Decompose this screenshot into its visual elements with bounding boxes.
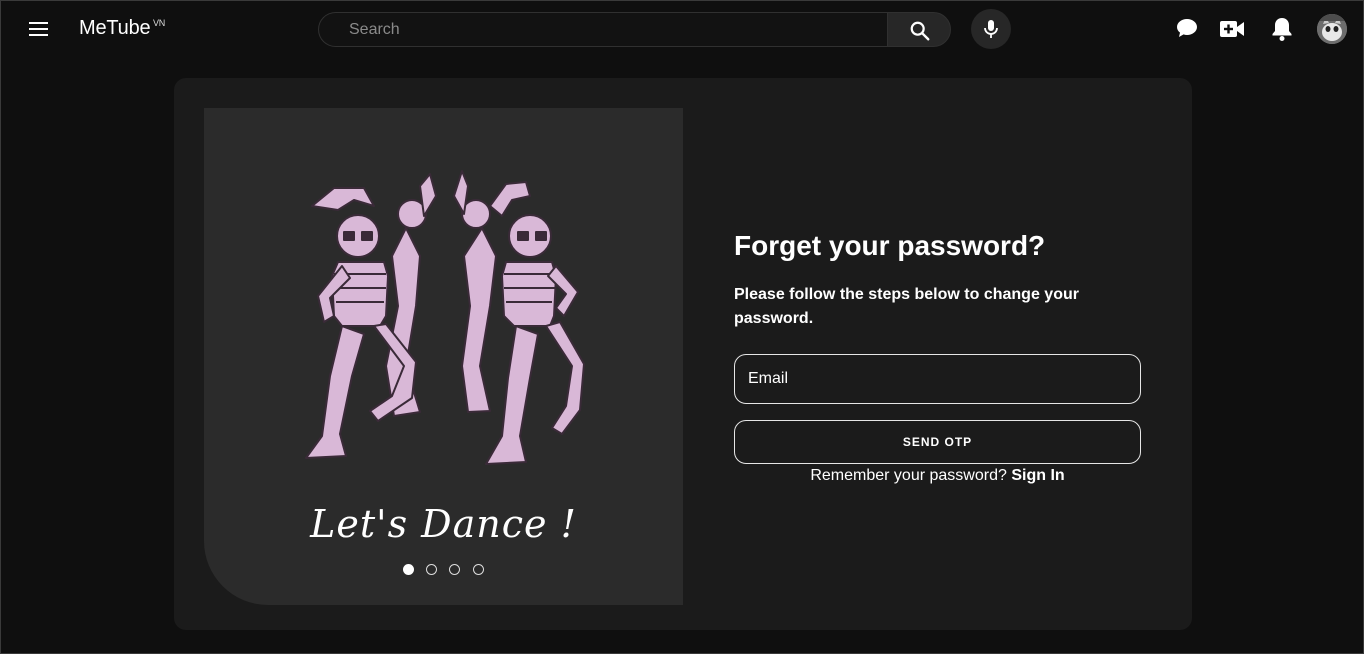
logo-region: VN xyxy=(153,18,166,28)
slider-dot-4[interactable] xyxy=(473,564,484,575)
instructions-text: Please follow the steps below to change … xyxy=(734,286,1079,327)
menu-icon[interactable] xyxy=(26,17,52,41)
slider-dot-3[interactable] xyxy=(449,564,460,575)
remember-password-text: Remember your password? xyxy=(810,467,1007,484)
sign-in-link[interactable]: Sign In xyxy=(1011,467,1064,484)
notifications-icon[interactable] xyxy=(1270,16,1294,42)
avatar[interactable] xyxy=(1317,14,1347,44)
remember-password-row: Remember your password? Sign In xyxy=(734,467,1141,485)
slider-dot-2[interactable] xyxy=(426,564,437,575)
logo-text: MeTube xyxy=(79,17,151,39)
page-title: Forget your password? xyxy=(734,230,1046,261)
forgot-password-card: Let's Dance ! Forget your password? Plea… xyxy=(174,78,1192,630)
microphone-icon xyxy=(984,20,998,38)
create-video-icon[interactable] xyxy=(1219,18,1245,40)
slider-dot-1[interactable] xyxy=(403,564,414,575)
slide-caption: Let's Dance ! xyxy=(310,502,577,546)
search-button[interactable] xyxy=(887,12,951,47)
search-box xyxy=(318,12,888,47)
voice-search-button[interactable] xyxy=(971,9,1011,49)
search-icon xyxy=(910,21,930,41)
email-field[interactable] xyxy=(734,354,1141,404)
chat-icon[interactable] xyxy=(1175,16,1199,40)
send-otp-button[interactable]: SEND OTP xyxy=(734,420,1141,464)
dancing-skeletons-illustration xyxy=(305,170,585,465)
search-input[interactable] xyxy=(319,13,888,46)
logo[interactable]: MeTube VN xyxy=(79,17,165,40)
image-slider: Let's Dance ! xyxy=(204,108,683,605)
top-bar: MeTube VN xyxy=(0,0,1364,57)
avatar-image xyxy=(1317,14,1347,44)
